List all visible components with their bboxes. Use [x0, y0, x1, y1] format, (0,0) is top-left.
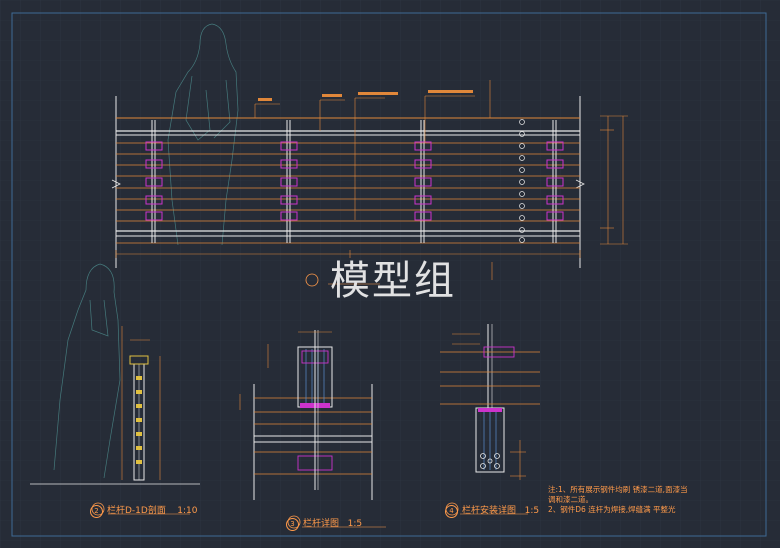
- detail-4-title: 栏杆安装详图: [462, 506, 517, 516]
- note-line-3: 2、钢件D6 连杆为焊接,焊缝满 平整光: [548, 505, 676, 514]
- general-notes: 注:1、所有展示钢件均刷 锈漆二道,面漆当 调和漆二道。 2、钢件D6 连杆为焊…: [548, 485, 688, 515]
- note-line-2: 调和漆二道。: [548, 495, 593, 504]
- detail-2-number: 2: [90, 505, 103, 518]
- detail-4-number: 4: [445, 505, 458, 518]
- detail-3-title: 栏杆详图: [303, 519, 340, 529]
- detail-3-caption: 3 栏杆详图 1:5: [286, 516, 362, 531]
- detail-3-scale: 1:5: [347, 519, 363, 529]
- watermark-text: 模型组: [330, 258, 456, 304]
- detail-3-number: 3: [286, 518, 299, 531]
- detail-4-caption: 4 栏杆安装详图 1:5: [445, 503, 539, 518]
- detail-2-title: 栏杆D-1D剖面: [107, 506, 166, 516]
- detail-4-scale: 1:5: [524, 506, 540, 516]
- note-line-1: 注:1、所有展示钢件均刷 锈漆二道,面漆当: [548, 485, 688, 494]
- detail-2-scale: 1:10: [177, 506, 198, 516]
- detail-2-caption: 2 栏杆D-1D剖面 1:10: [90, 503, 198, 518]
